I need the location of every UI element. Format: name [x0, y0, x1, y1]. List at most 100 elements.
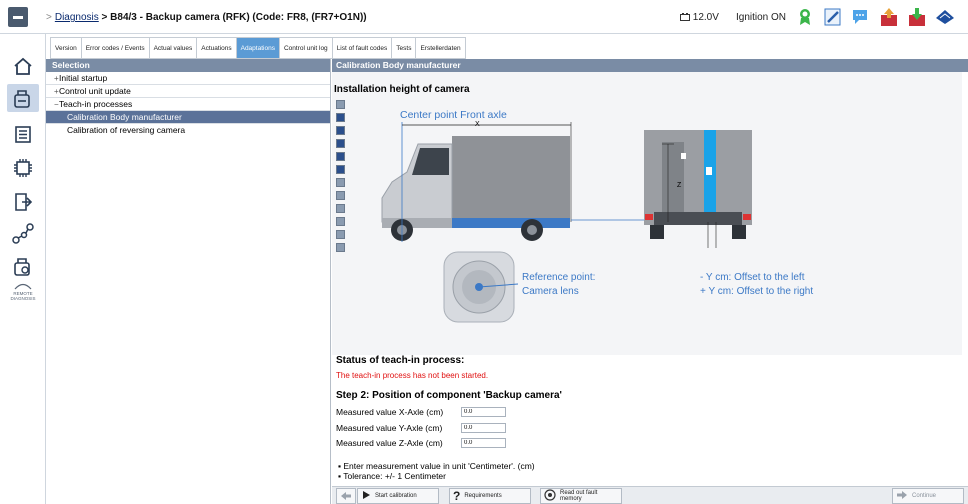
- download-icon[interactable]: [906, 6, 928, 28]
- header-bar: > Diagnosis > B84/3 - Backup camera (RFK)…: [0, 0, 968, 34]
- collapse-icon[interactable]: −: [54, 98, 59, 111]
- status-title: Status of teach-in process:: [336, 355, 465, 366]
- requirements-label: Requirements: [464, 493, 502, 499]
- field-row-z: Measured value Z-Axle (cm): [336, 437, 506, 449]
- remote-icon: [14, 283, 32, 290]
- selection-title: Selection: [46, 59, 330, 72]
- expand-icon[interactable]: +: [54, 72, 59, 85]
- truck-rear-body: [644, 130, 752, 225]
- procedures-icon[interactable]: [7, 188, 39, 216]
- award-icon[interactable]: [794, 6, 816, 28]
- installation-diagram: Installation height of camera Center poi…: [332, 72, 962, 355]
- offset-right-label: + Y cm: Offset to the right: [700, 286, 814, 297]
- x-axis-label: X: [475, 121, 480, 128]
- tab-actual-values[interactable]: Actual values: [149, 37, 198, 59]
- requirements-button[interactable]: ? Requirements: [449, 488, 531, 504]
- continue-arrow-icon: [896, 490, 908, 502]
- remote-diagnosis-label: REMOTE DIAGNOSIS: [10, 291, 36, 301]
- tab-control-unit-log[interactable]: Control unit log: [279, 37, 333, 59]
- truck-floor: [452, 218, 570, 228]
- tab-erstellerdaten[interactable]: Erstellerdaten: [416, 37, 466, 59]
- vehicle-search-icon[interactable]: [7, 252, 39, 280]
- ignition-status: Ignition ON: [736, 12, 787, 23]
- content-title: Calibration Body manufacturer: [332, 59, 968, 72]
- tree-item-label: Calibration Body manufacturer: [67, 112, 182, 122]
- breadcrumb-current: > B84/3 - Backup camera (RFK) (Code: FR8…: [101, 12, 367, 23]
- breadcrumb-separator: >: [46, 12, 52, 23]
- tree-item-control-unit-update[interactable]: + Control unit update: [46, 85, 330, 98]
- y-dimension-lines: [707, 222, 717, 248]
- content-panel: Calibration Body manufacturer Installati…: [332, 59, 968, 504]
- tree-item-calibration-reversing-camera[interactable]: Calibration of reversing camera: [46, 124, 330, 137]
- bottom-toolbar: Start calibration ? Requirements Read ou…: [332, 486, 968, 504]
- measured-x-input[interactable]: [461, 407, 506, 417]
- reference-point-line-1: Reference point:: [522, 272, 596, 283]
- fault-memory-icon: [544, 489, 556, 503]
- camera-marker: [706, 167, 712, 175]
- tab-error-codes[interactable]: Error codes / Events: [81, 37, 150, 59]
- continue-label: Continue: [912, 493, 937, 499]
- battery-voltage: 12.0V: [680, 12, 719, 23]
- battery-icon: [680, 13, 690, 21]
- back-arrow-icon: [341, 492, 351, 500]
- status-message: The teach-in process has not been starte…: [336, 371, 489, 380]
- tree-item-label: Control unit update: [59, 86, 131, 96]
- offset-legend: - Y cm: Offset to the left + Y cm: Offse…: [700, 271, 813, 299]
- expand-icon[interactable]: +: [54, 85, 59, 98]
- upload-icon[interactable]: [878, 6, 900, 28]
- field-label-y: Measured value Y-Axle (cm): [336, 423, 443, 433]
- play-icon: [361, 490, 371, 502]
- truck-body: [452, 136, 570, 224]
- network-icon[interactable]: [7, 220, 39, 248]
- center-point-label: Center point Front axle: [400, 109, 507, 121]
- tab-tests[interactable]: Tests: [392, 37, 417, 59]
- offset-left-label: - Y cm: Offset to the left: [700, 272, 805, 283]
- rear-left-wheel: [650, 225, 664, 239]
- instructions-list: ▪ Enter measurement value in unit 'Centi…: [338, 461, 535, 481]
- field-row-y: Measured value Y-Axle (cm): [336, 422, 506, 434]
- edit-document-icon[interactable]: [822, 6, 844, 28]
- chat-icon[interactable]: [850, 6, 872, 28]
- start-calibration-button[interactable]: Start calibration: [357, 488, 439, 504]
- tab-bar: Version Error codes / Events Actual valu…: [46, 37, 466, 59]
- tree-item-teach-in-processes[interactable]: − Teach-in processes: [46, 98, 330, 111]
- remote-diagnosis[interactable]: REMOTE DIAGNOSIS: [2, 282, 44, 301]
- tree-item-label: Calibration of reversing camera: [67, 125, 186, 135]
- reference-point-label: Reference point: Camera lens: [522, 271, 595, 299]
- read-fault-memory-button[interactable]: Read out fault memory: [540, 488, 622, 504]
- reference-point-line-2: Camera lens: [522, 286, 579, 297]
- camera-center-line: [704, 130, 716, 225]
- instruction-item: ▪ Enter measurement value in unit 'Centi…: [338, 461, 535, 471]
- field-label-z: Measured value Z-Axle (cm): [336, 438, 443, 448]
- back-button[interactable]: [336, 488, 356, 504]
- menu-button[interactable]: [8, 7, 28, 27]
- manual-book-icon[interactable]: [934, 6, 956, 28]
- instruction-item: ▪ Tolerance: +/- 1 Centimeter: [338, 471, 446, 481]
- control-units-icon[interactable]: [7, 154, 39, 182]
- tree-item-calibration-body-manufacturer[interactable]: Calibration Body manufacturer: [46, 111, 330, 124]
- step-title: Step 2: Position of component 'Backup ca…: [336, 390, 562, 401]
- tab-actuations[interactable]: Actuations: [197, 37, 237, 59]
- menu-icon: [13, 15, 23, 19]
- vehicle-diagnosis-icon[interactable]: [7, 84, 39, 112]
- left-icon-rail: REMOTE DIAGNOSIS: [0, 34, 46, 504]
- tree-item-initial-startup[interactable]: + Initial startup: [46, 72, 330, 85]
- continue-button[interactable]: Continue: [892, 488, 964, 504]
- tree-item-label: Initial startup: [59, 73, 108, 83]
- read-fault-memory-label: Read out fault memory: [560, 490, 598, 502]
- breadcrumb-link-diagnosis[interactable]: Diagnosis: [55, 12, 99, 23]
- tab-version[interactable]: Version: [50, 37, 82, 59]
- z-axis-label: Z: [677, 182, 682, 189]
- list-icon[interactable]: [7, 120, 39, 148]
- voltage-value: 12.0V: [692, 12, 719, 23]
- tree-item-label: Teach-in processes: [59, 99, 133, 109]
- tab-list-of-fault-codes[interactable]: List of fault codes: [332, 37, 393, 59]
- start-calibration-label: Start calibration: [375, 493, 417, 499]
- measured-z-input[interactable]: [461, 438, 506, 448]
- field-label-x: Measured value X-Axle (cm): [336, 407, 444, 417]
- rear-right-wheel: [732, 225, 746, 239]
- measured-y-input[interactable]: [461, 423, 506, 433]
- breadcrumb: > Diagnosis > B84/3 - Backup camera (RFK)…: [46, 12, 367, 23]
- home-icon[interactable]: [7, 52, 39, 80]
- tab-adaptations[interactable]: Adaptations: [236, 37, 280, 59]
